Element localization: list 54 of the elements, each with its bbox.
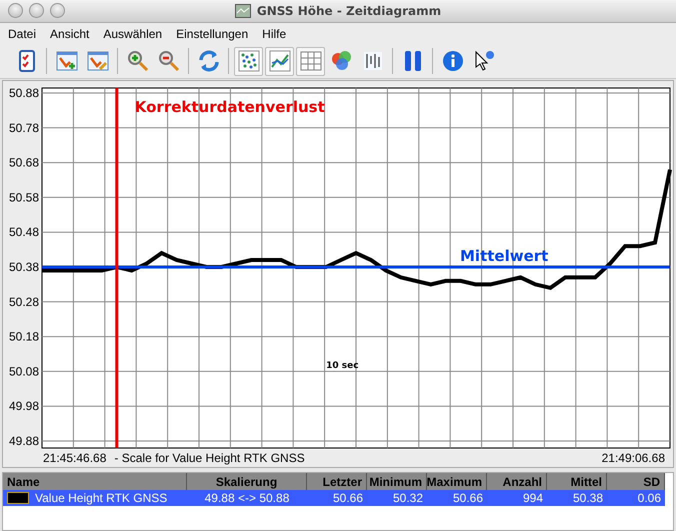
start-time: 21:45:46.68 [43, 451, 106, 465]
menu-item[interactable]: Ansicht [50, 26, 90, 40]
column-header[interactable]: Letzter [307, 473, 367, 490]
chart-add-icon [54, 49, 78, 73]
y-axis-label: 49.98 [8, 399, 39, 414]
window-control-button[interactable] [50, 3, 65, 18]
overlapping-circles-icon [330, 49, 354, 73]
y-axis-label: 50.18 [8, 330, 39, 344]
y-axis-label: 50.48 [8, 225, 39, 240]
chart-edit-icon [86, 49, 110, 73]
menu-item[interactable]: Auswählen [103, 26, 162, 40]
column-header[interactable]: Anzahl [487, 473, 547, 490]
column-header[interactable]: Minimum [367, 473, 427, 490]
column-header[interactable]: Skalierung [187, 473, 307, 490]
table-cell[interactable]: 49.88 <-> 50.88 [187, 490, 307, 506]
scale-caption: - Scale for Value Height RTK GNSS [114, 451, 306, 465]
scatter-plot-icon [236, 49, 260, 73]
table-cell[interactable]: 50.32 [367, 490, 427, 506]
column-header[interactable]: Name [3, 473, 187, 490]
marker-label: Korrekturdatenverlust [134, 98, 325, 116]
menu-item[interactable]: Hilfe [262, 26, 286, 40]
series-name: Value Height RTK GNSS [35, 491, 168, 505]
window-control-button[interactable] [29, 3, 44, 18]
y-axis-label: 50.08 [8, 364, 39, 378]
line-chart-icon [268, 49, 292, 73]
column-header[interactable]: Mittel [547, 473, 607, 490]
zoom-in-icon [126, 49, 150, 73]
zoom-out-icon [156, 49, 180, 73]
table-cell[interactable]: 50.38 [547, 490, 607, 506]
y-axis-label: 49.88 [8, 434, 39, 448]
y-axis-label: 50.68 [8, 156, 39, 170]
mean-label: Mittelwert [460, 247, 548, 265]
refresh-icon [196, 49, 220, 73]
column-header[interactable]: Maximum [427, 473, 487, 490]
menu-item[interactable]: Einstellungen [176, 26, 248, 40]
table-cell[interactable]: 994 [487, 490, 547, 506]
y-axis-label: 50.58 [8, 190, 39, 204]
y-axis-label: 50.78 [8, 120, 39, 135]
menu-item[interactable]: Datei [8, 26, 36, 40]
table-cell[interactable]: 0.06 [607, 490, 665, 506]
y-axis-label: 50.38 [8, 260, 39, 274]
column-header[interactable]: SD [607, 473, 665, 490]
table-cell[interactable]: 50.66 [427, 490, 487, 506]
info-icon [440, 49, 464, 73]
table-cell[interactable]: 50.66 [307, 490, 367, 506]
chart-app-icon [234, 4, 251, 18]
interval-label: 10 sec [326, 360, 359, 371]
window-control-button[interactable] [8, 3, 23, 18]
table-cell[interactable]: Value Height RTK GNSS [3, 490, 187, 506]
y-axis-label: 50.28 [8, 294, 39, 309]
window-title: GNSS Höhe - Zeitdiagramm [256, 4, 442, 18]
y-axis-label: 50.88 [8, 86, 39, 100]
end-time: 21:49:06.68 [602, 451, 665, 465]
grid-icon [298, 49, 322, 73]
